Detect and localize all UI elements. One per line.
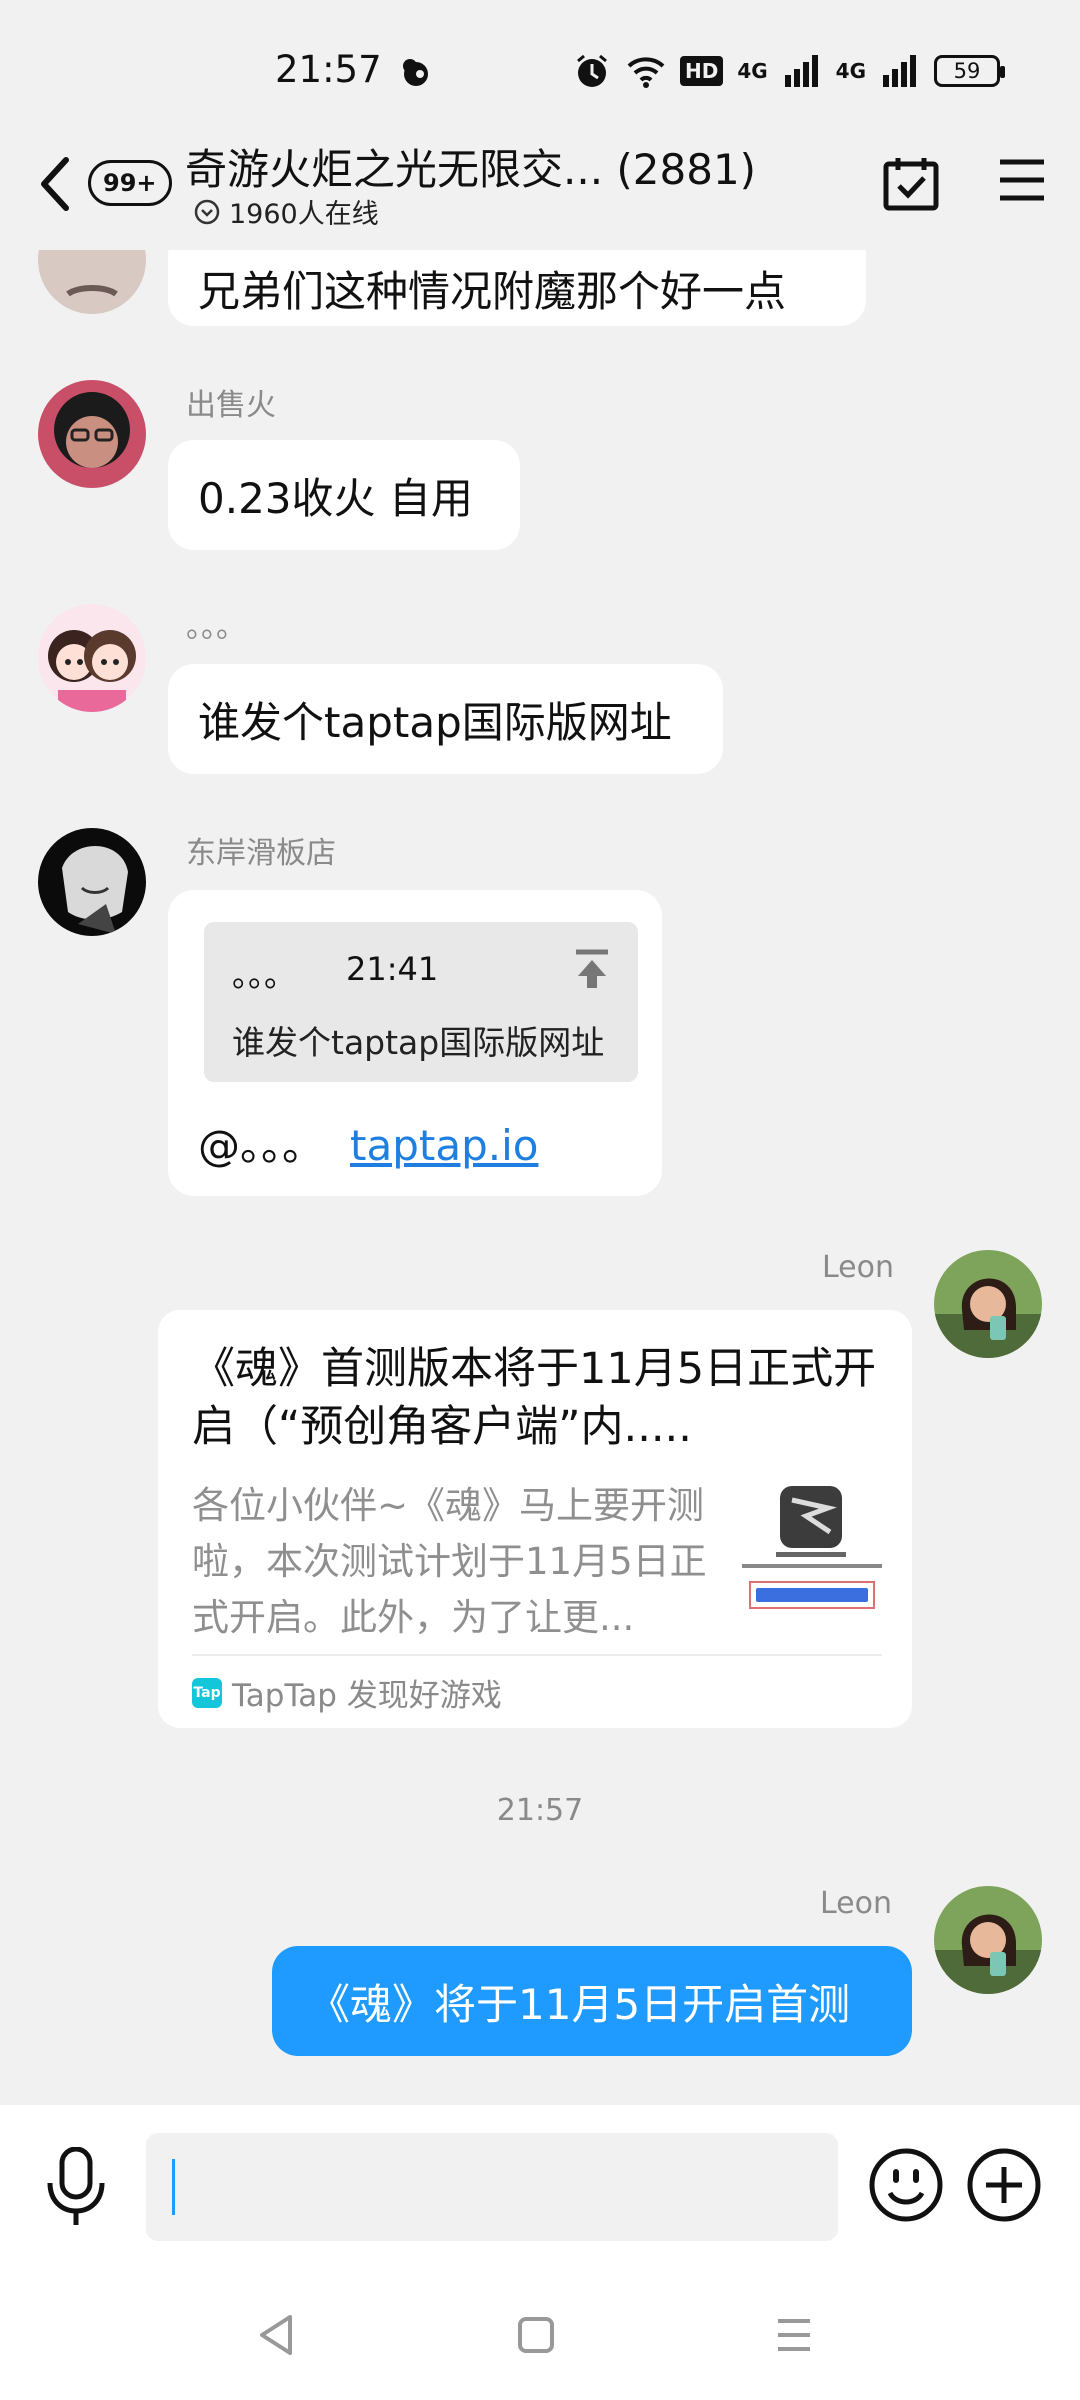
online-count: 1960人在线 xyxy=(229,199,379,230)
calendar-check-icon[interactable] xyxy=(882,154,940,212)
menu-icon[interactable] xyxy=(998,156,1046,204)
message-text: 兄弟们这种情况附魔那个好一点 xyxy=(198,266,787,316)
plus-icon[interactable] xyxy=(966,2147,1042,2223)
status-time: 21:57 xyxy=(275,48,382,91)
alarm-icon xyxy=(577,54,607,87)
bird-icon xyxy=(403,59,428,86)
timestamp: 21:57 xyxy=(496,1793,584,1828)
group-title[interactable]: 奇游火炬之光无限交... (2881) xyxy=(185,136,756,197)
battery-icon: 59 xyxy=(934,55,1005,87)
message-text: 谁发个taptap国际版网址 xyxy=(198,697,672,747)
quote-text: 谁发个taptap国际版网址 xyxy=(232,1023,605,1062)
message-text: 《魂》将于11月5日开启首测 xyxy=(308,1979,851,2029)
mention-line: @。。。 taptap.io xyxy=(198,1112,538,1173)
card-divider xyxy=(192,1654,882,1656)
sender-name[interactable]: Leon xyxy=(820,1886,892,1921)
status-bar: 21:57 HD 4G 4G 59 xyxy=(0,0,1080,130)
share-card[interactable]: 《魂》首测版本将于11月5日正式开启（“预创角客户端”内..... 各位小伙伴~… xyxy=(158,1310,912,1728)
taptap-logo-icon: Tap xyxy=(192,1677,222,1708)
message-bubble[interactable]: 0.23收火 自用 xyxy=(168,440,520,550)
hd-icon: HD xyxy=(679,56,724,86)
signal-icon xyxy=(883,55,916,87)
quote-sender: 。。。 xyxy=(232,956,297,994)
avatar[interactable] xyxy=(38,250,146,314)
nav-recents-icon[interactable] xyxy=(774,2315,814,2355)
message-input[interactable] xyxy=(146,2133,838,2241)
emoji-icon[interactable] xyxy=(868,2147,944,2223)
microphone-icon[interactable] xyxy=(44,2147,108,2227)
card-source-text: TapTap 发现好游戏 xyxy=(232,1678,502,1714)
sender-name[interactable]: Leon xyxy=(822,1250,894,1285)
avatar[interactable] xyxy=(38,380,146,488)
online-status[interactable]: 1960人在线 xyxy=(193,192,379,231)
card-source: Tap TapTap 发现好游戏 xyxy=(192,1670,502,1715)
message-text: 0.23收火 自用 xyxy=(198,473,473,523)
avatar[interactable] xyxy=(934,1886,1042,1994)
chat-area[interactable]: 兄弟们这种情况附魔那个好一点 出售火 0.23收火 自用 。。。 谁发个tapt… xyxy=(0,250,1080,2105)
card-title: 《魂》首测版本将于11月5日正式开启（“预创角客户端”内..... xyxy=(192,1344,877,1452)
sender-name[interactable]: 出售火 xyxy=(186,380,276,424)
back-arrow-icon[interactable] xyxy=(36,154,76,214)
network-type-2: 4G xyxy=(835,59,866,83)
wifi-icon xyxy=(627,57,665,88)
avatar[interactable] xyxy=(38,828,146,936)
text-cursor xyxy=(172,2159,175,2215)
system-nav-bar xyxy=(0,2275,1080,2400)
message-bubble[interactable]: 兄弟们这种情况附魔那个好一点 xyxy=(168,250,866,326)
nav-back-icon[interactable] xyxy=(256,2313,296,2357)
sender-name[interactable]: 东岸滑板店 xyxy=(186,828,336,872)
jump-to-top-icon[interactable] xyxy=(572,948,612,990)
card-description: 各位小伙伴~《魂》马上要开测啦，本次测试计划于11月5日正式开启。此外，为了让更… xyxy=(192,1484,707,1639)
battery-level: 59 xyxy=(953,59,981,83)
sender-name[interactable]: 。。。 xyxy=(186,602,246,646)
message-bubble[interactable]: 谁发个taptap国际版网址 xyxy=(168,664,723,774)
message-bubble-own[interactable]: 《魂》将于11月5日开启首测 xyxy=(272,1946,912,2056)
quoted-message[interactable]: 。。。 21:41 谁发个taptap国际版网址 xyxy=(204,922,638,1082)
quote-time: 21:41 xyxy=(346,950,439,988)
nav-home-icon[interactable] xyxy=(516,2315,556,2355)
signal-icon xyxy=(784,55,818,87)
chevron-down-circle-icon xyxy=(194,199,220,224)
link-taptap[interactable]: taptap.io xyxy=(350,1121,538,1170)
input-bar xyxy=(0,2105,1080,2275)
avatar[interactable] xyxy=(38,604,146,712)
mention[interactable]: @。。。 xyxy=(198,1121,324,1170)
card-thumbnail xyxy=(736,1480,884,1622)
avatar[interactable] xyxy=(934,1250,1042,1358)
unread-badge[interactable]: 99+ xyxy=(88,160,172,206)
chat-header: 99+ 奇游火炬之光无限交... (2881) 1960人在线 xyxy=(0,130,1080,250)
network-type-1: 4G xyxy=(737,59,768,83)
